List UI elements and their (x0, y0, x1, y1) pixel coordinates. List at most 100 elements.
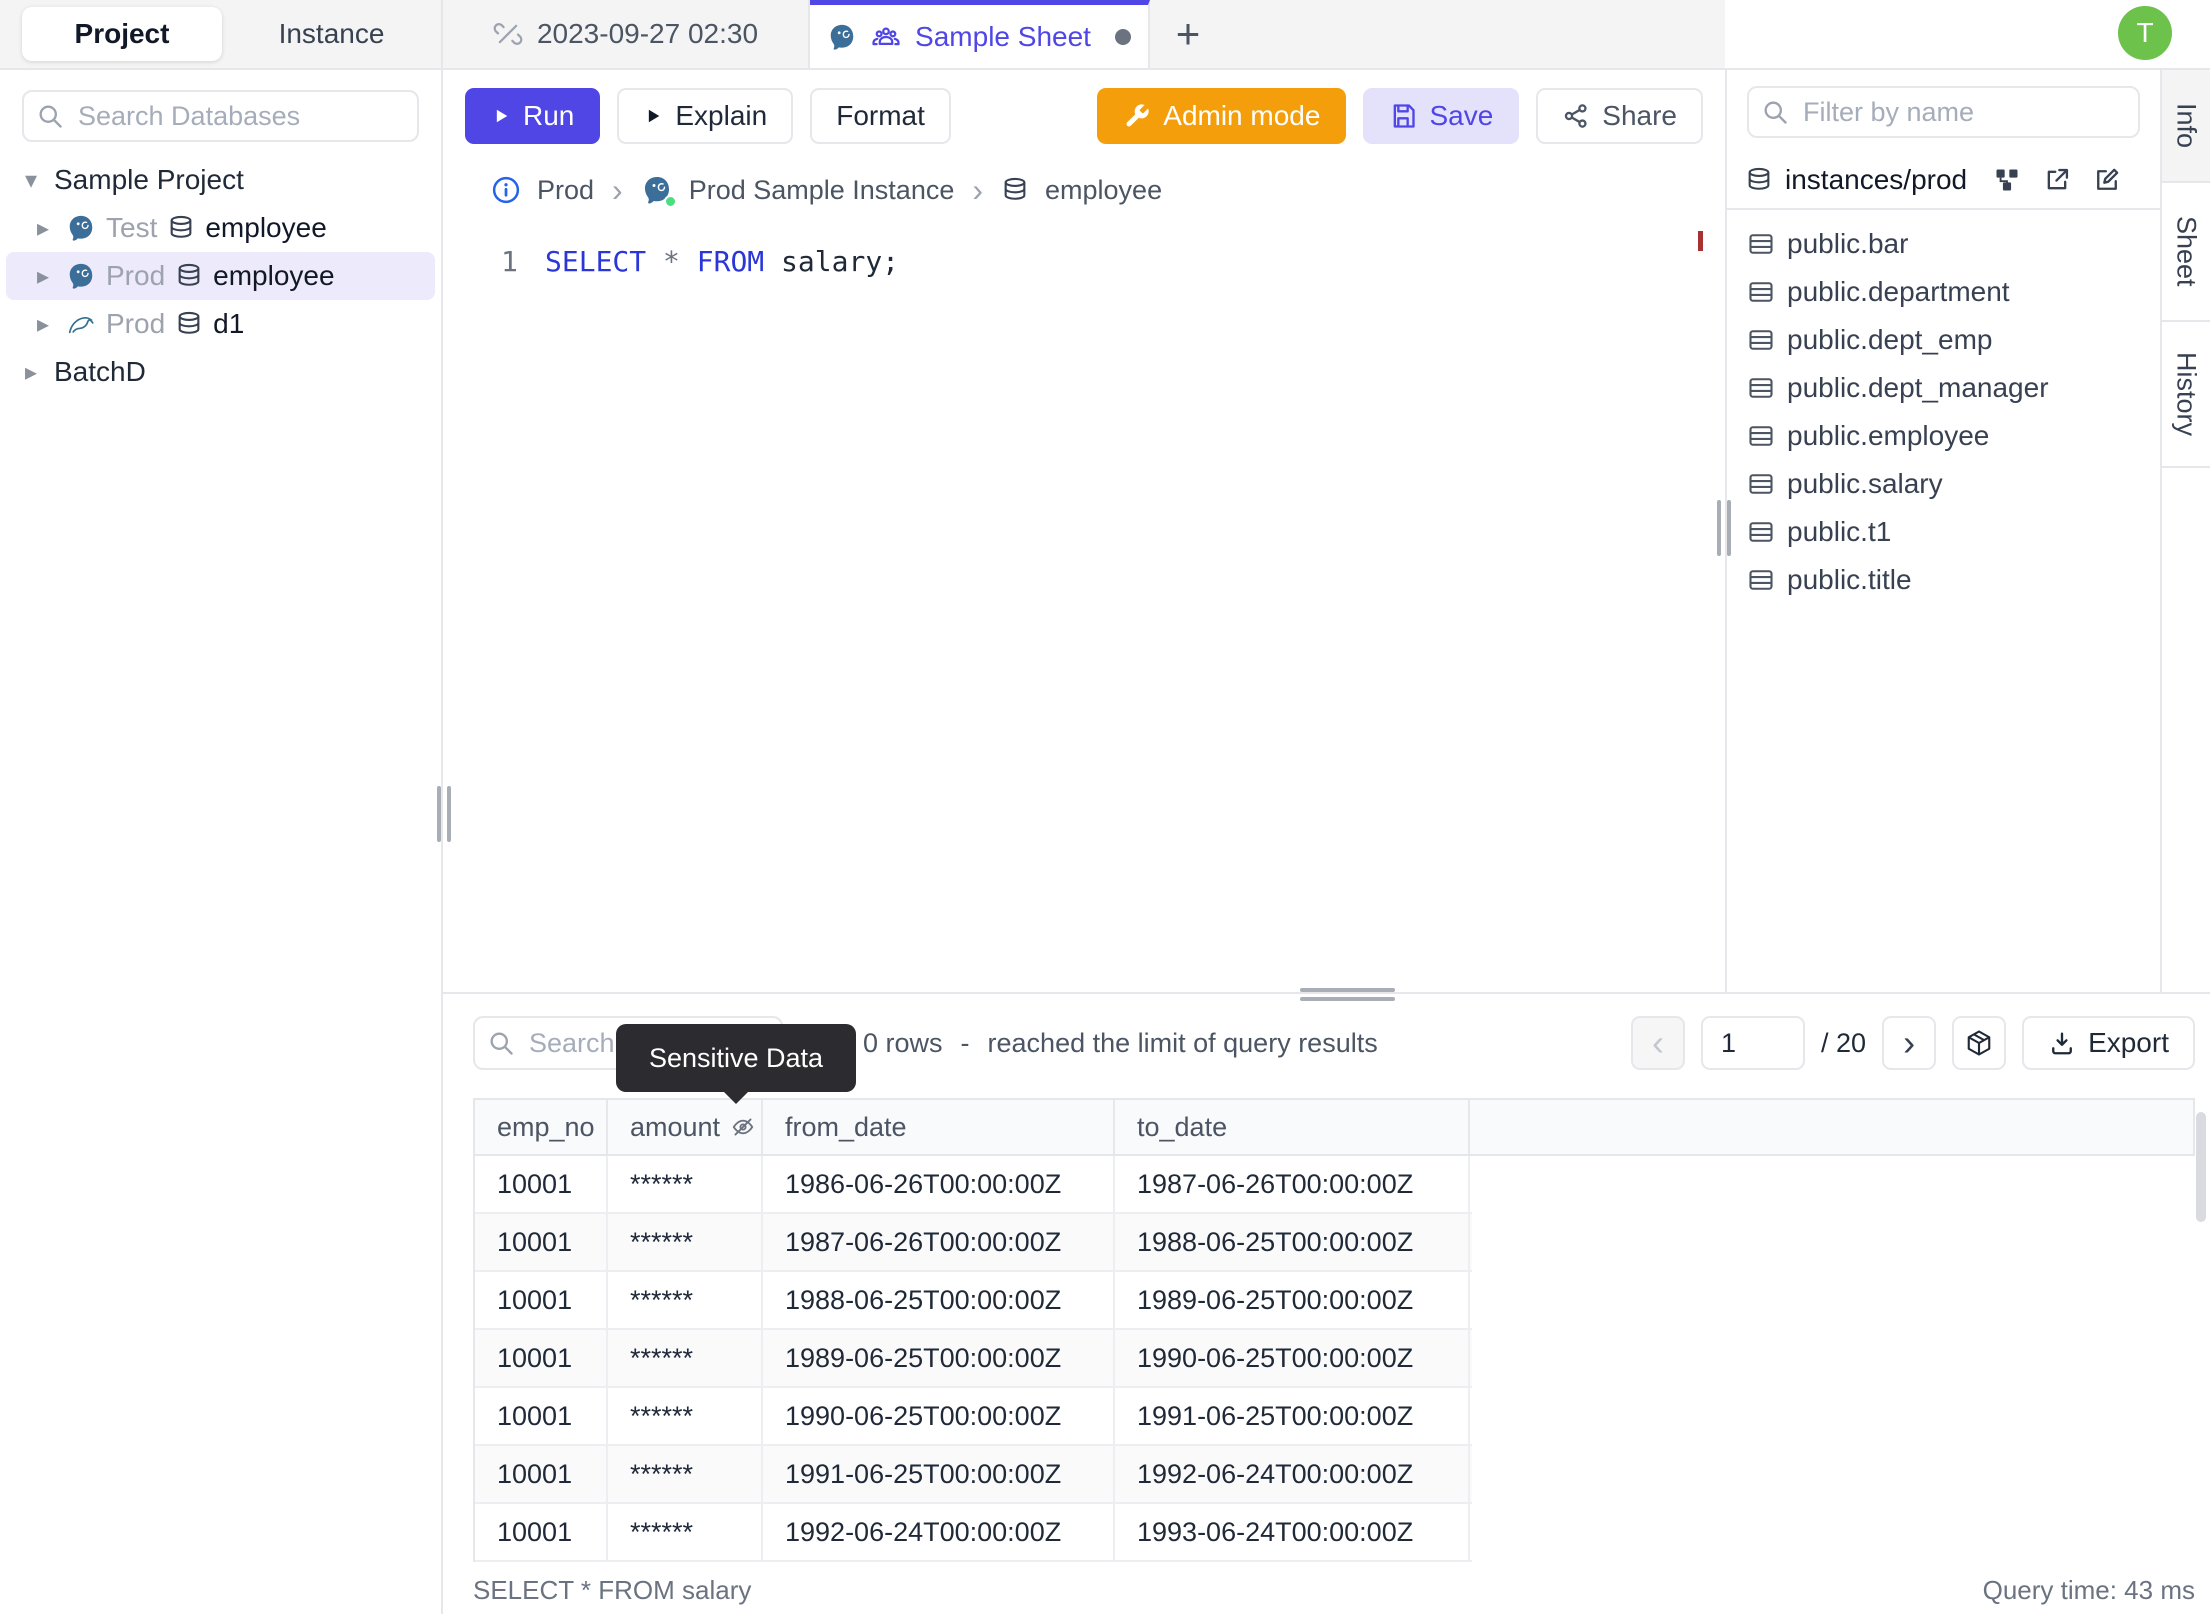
postgres-icon (641, 174, 677, 208)
list-item-table[interactable]: public.salary (1727, 460, 2160, 508)
table-row[interactable]: 10001 ****** 1987-06-26T00:00:00Z 1988-06-2… (475, 1214, 1472, 1272)
add-sheet-button[interactable]: + (1150, 0, 1226, 68)
eye-off-icon[interactable] (730, 1114, 756, 1140)
tab-sheet[interactable]: Sheet (2162, 183, 2210, 322)
cell-to-date: 1987-06-26T00:00:00Z (1115, 1156, 1470, 1212)
play-icon (491, 106, 511, 126)
sidebar-resize-handle[interactable] (437, 786, 451, 842)
table-row[interactable]: 10001 ****** 1989-06-25T00:00:00Z 1990-06-2… (475, 1330, 1472, 1388)
tab-history[interactable]: History (2162, 322, 2210, 468)
export-button[interactable]: Export (2022, 1016, 2195, 1070)
edit-icon[interactable] (2093, 166, 2121, 194)
list-item-table[interactable]: public.bar (1727, 220, 2160, 268)
column-header[interactable]: amount (608, 1100, 763, 1154)
tab-instance[interactable]: Instance (222, 18, 441, 50)
schema-diagram-icon[interactable] (1993, 166, 2021, 194)
cell-from-date: 1990-06-25T00:00:00Z (763, 1388, 1115, 1444)
table-name: public.salary (1787, 468, 1943, 499)
list-item-table[interactable]: public.dept_manager (1727, 364, 2160, 412)
cell-emp-no: 10001 (475, 1214, 608, 1270)
page-number-input[interactable] (1701, 1016, 1806, 1070)
run-label: Run (523, 100, 575, 131)
cell-from-date: 1988-06-25T00:00:00Z (763, 1272, 1115, 1328)
tree-node-sample-project[interactable]: ▾ Sample Project (0, 156, 441, 204)
table-row[interactable]: 10001 ****** 1990-06-25T00:00:00Z 1991-06-2… (475, 1388, 1472, 1446)
tab-info[interactable]: Info (2162, 70, 2210, 183)
database-icon (1001, 176, 1029, 204)
sql-editor[interactable]: 1 SELECT * FROM salary; (443, 218, 1725, 992)
breadcrumb-environment[interactable]: Prod (537, 175, 594, 206)
column-header-label: amount (630, 1111, 721, 1142)
column-header[interactable]: from_date (763, 1100, 1115, 1154)
list-item-table[interactable]: public.employee (1727, 412, 2160, 460)
results-panel: 0 rows - reached the limit of query resu… (443, 988, 2210, 1614)
schema-panel-resize-handle[interactable] (1717, 500, 1731, 556)
filter-by-name-input[interactable] (1747, 86, 2140, 138)
tab-label: 2023-09-27 02:30 (536, 18, 759, 49)
results-resize-handle[interactable] (1300, 988, 1395, 1001)
table-icon (1747, 230, 1775, 258)
external-link-icon[interactable] (2043, 166, 2071, 194)
run-button[interactable]: Run (465, 88, 601, 144)
column-header-label: emp_no (497, 1111, 595, 1142)
column-header[interactable]: to_date (1115, 1100, 1470, 1154)
table-row[interactable]: 10001 ****** 1992-06-24T00:00:00Z 1993-06-2… (475, 1504, 1472, 1562)
table-name: public.title (1787, 564, 1912, 595)
environment-label: Test (106, 212, 158, 243)
tab-project[interactable]: Project (22, 7, 222, 61)
list-item-table[interactable]: public.title (1727, 556, 2160, 604)
postgres-icon (66, 213, 96, 243)
visualize-button[interactable] (1952, 1016, 2007, 1070)
info-icon[interactable] (491, 175, 521, 205)
tree-node-prod-employee-selected[interactable]: ▸ Prod employee (6, 252, 435, 300)
tree-node-test-employee[interactable]: ▸ Test employee (0, 204, 441, 252)
limit-message: reached the limit of query results (987, 1027, 1378, 1058)
sql-code-line[interactable]: SELECT * FROM salary; (545, 245, 899, 278)
format-button[interactable]: Format (810, 88, 951, 144)
list-item-table[interactable]: public.department (1727, 268, 2160, 316)
cell-amount-masked: ****** (608, 1504, 763, 1560)
cell-to-date: 1989-06-25T00:00:00Z (1115, 1272, 1470, 1328)
explain-button[interactable]: Explain (617, 88, 794, 144)
save-button[interactable]: Save (1363, 88, 1520, 144)
prev-page-button[interactable]: ‹ (1631, 1016, 1686, 1070)
table-row[interactable]: 10001 ****** 1988-06-25T00:00:00Z 1989-06-2… (475, 1272, 1472, 1330)
breadcrumb: Prod › Prod Sample Instance › employee (443, 162, 1725, 218)
page-total: / 20 (1821, 1027, 1867, 1058)
chevron-right-icon: › (972, 171, 984, 208)
admin-mode-button[interactable]: Admin mode (1097, 88, 1347, 144)
save-label: Save (1429, 100, 1494, 131)
tree-node-prod-d1[interactable]: ▸ Prod d1 (0, 300, 441, 348)
breadcrumb-database[interactable]: employee (1045, 175, 1162, 206)
tab-sample-sheet[interactable]: Sample Sheet (810, 0, 1150, 68)
list-item-table[interactable]: public.t1 (1727, 508, 2160, 556)
postgres-icon (827, 22, 857, 52)
table-icon (1747, 566, 1775, 594)
share-icon (1562, 102, 1590, 130)
save-icon (1389, 102, 1417, 130)
database-icon (1745, 166, 1773, 194)
line-number: 1 (501, 245, 518, 278)
tab-unsaved-sheet[interactable]: 2023-09-27 02:30 (443, 0, 810, 68)
editor-toolbar: Run Explain Format Admin mode Save Share (443, 70, 1725, 162)
sidebar-tab-switcher: Project Instance (0, 0, 441, 70)
list-item-table[interactable]: public.dept_emp (1727, 316, 2160, 364)
table-scrollbar[interactable] (2196, 1112, 2206, 1222)
results-table-body: 10001 ****** 1986-06-26T00:00:00Z 1987-06-2… (475, 1156, 1472, 1562)
next-page-button[interactable]: › (1882, 1016, 1937, 1070)
table-row[interactable]: 10001 ****** 1991-06-25T00:00:00Z 1992-06-2… (475, 1446, 1472, 1504)
summary-separator: - (960, 1027, 970, 1058)
left-sidebar: Project Instance ▾ Sample Project ▸ Test… (0, 0, 443, 1614)
tree-node-batchd[interactable]: ▸ BatchD (0, 348, 441, 396)
share-button[interactable]: Share (1536, 88, 1703, 144)
group-icon (871, 22, 901, 52)
results-summary: 0 rows - reached the limit of query resu… (863, 1016, 1378, 1070)
cell-from-date: 1992-06-24T00:00:00Z (763, 1504, 1115, 1560)
table-row[interactable]: 10001 ****** 1986-06-26T00:00:00Z 1987-06-2… (475, 1156, 1472, 1214)
cell-from-date: 1986-06-26T00:00:00Z (763, 1156, 1115, 1212)
avatar[interactable]: T (2118, 6, 2172, 60)
search-databases-input[interactable] (22, 90, 419, 142)
breadcrumb-instance[interactable]: Prod Sample Instance (689, 175, 955, 206)
column-header[interactable]: emp_no (475, 1100, 608, 1154)
caret-right-icon: ▸ (36, 262, 50, 290)
